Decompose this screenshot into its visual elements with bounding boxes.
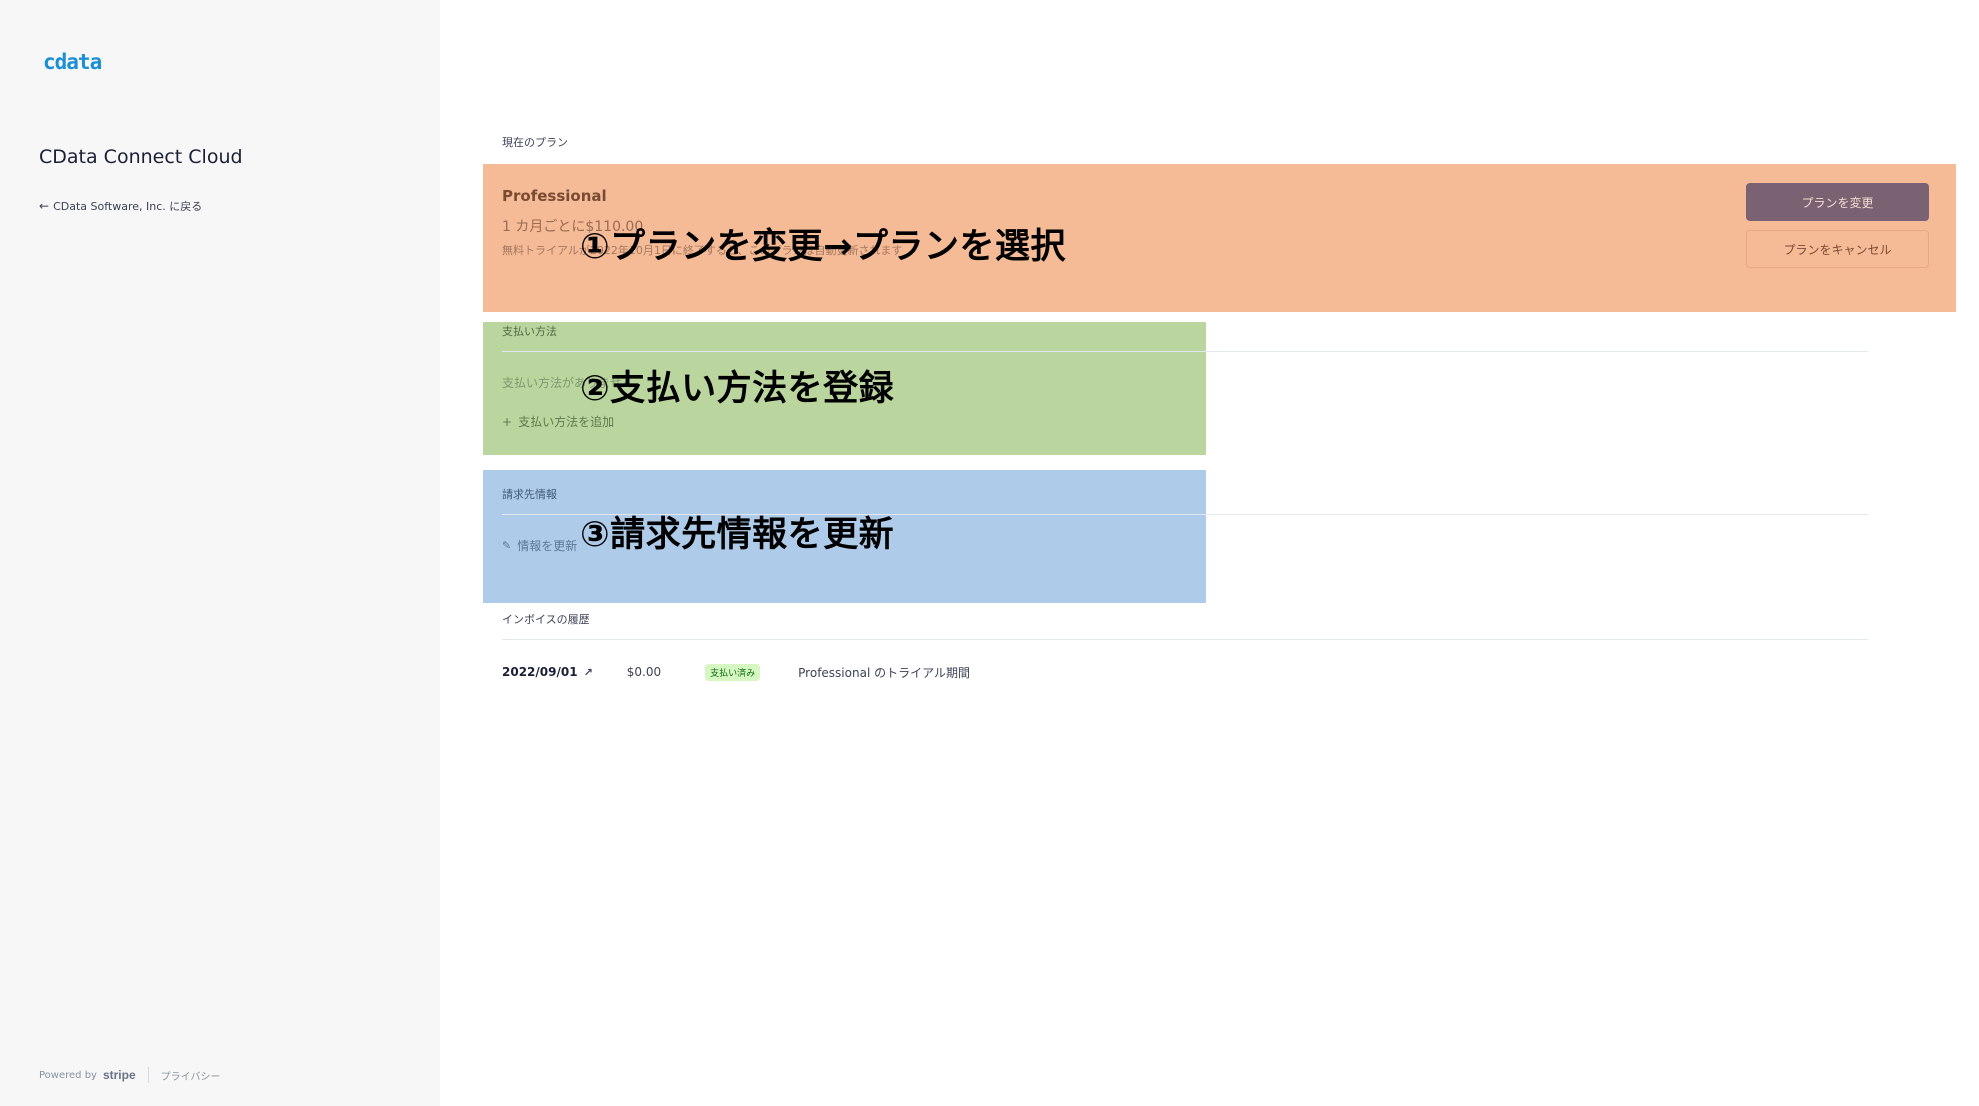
status-badge: 支払い済み [705,663,761,681]
plan-name: Professional [502,187,607,205]
update-info-link[interactable]: ✎ 情報を更新 [502,537,577,554]
invoice-description: Professional のトライアル期間 [798,665,970,680]
add-payment-method-label: 支払い方法を追加 [518,415,615,429]
current-plan-heading: 現在のプラン [502,136,568,149]
step3-annotation: ③請求先情報を更新 [580,515,895,555]
step1-annotation: ①プランを変更→プランを選択 [580,227,1066,267]
stripe-logo[interactable]: stripe [103,1068,136,1082]
change-plan-button[interactable]: プランを変更 [1746,183,1929,221]
back-link[interactable]: ← CData Software, Inc. に戻る [39,198,202,214]
billing-info-heading: 請求先情報 [502,488,557,501]
add-payment-method-link[interactable]: + 支払い方法を追加 [502,413,614,430]
powered-by-text: Powered by [39,1069,97,1081]
footer-divider [147,1067,149,1083]
invoice-date: 2022/09/01 ↗ [502,665,593,679]
cdata-logo: cdata [43,50,102,74]
billing-portal-page: cdata CData Connect Cloud ← CData Softwa… [0,0,1979,1106]
cancel-plan-button[interactable]: プランをキャンセル [1746,230,1929,268]
update-info-label: 情報を更新 [517,539,578,553]
payment-method-heading: 支払い方法 [502,325,557,338]
main-content: 現在のプラン Professional 1 カ月ごとに$110.00 無料トライ… [440,0,1979,1106]
sidebar-footer: Powered by stripe プライバシー [39,1067,220,1083]
plus-icon: + [502,414,513,429]
external-link-icon: ↗ [583,665,593,679]
arrow-left-icon: ← [39,199,50,213]
invoice-date-text: 2022/09/01 [502,665,578,679]
sidebar: cdata CData Connect Cloud ← CData Softwa… [0,0,440,1106]
app-title: CData Connect Cloud [39,146,243,168]
table-row[interactable]: 2022/09/01 ↗ $0.00 支払い済み Professional のト… [502,662,970,682]
payment-divider [502,351,1868,352]
invoice-history-heading: インボイスの履歴 [502,613,590,626]
privacy-link[interactable]: プライバシー [161,1068,221,1083]
step2-annotation: ②支払い方法を登録 [580,369,895,409]
invoice-amount: $0.00 [626,665,662,679]
back-link-label: CData Software, Inc. に戻る [53,200,203,213]
invoice-divider [502,639,1868,640]
pencil-icon: ✎ [502,539,512,552]
